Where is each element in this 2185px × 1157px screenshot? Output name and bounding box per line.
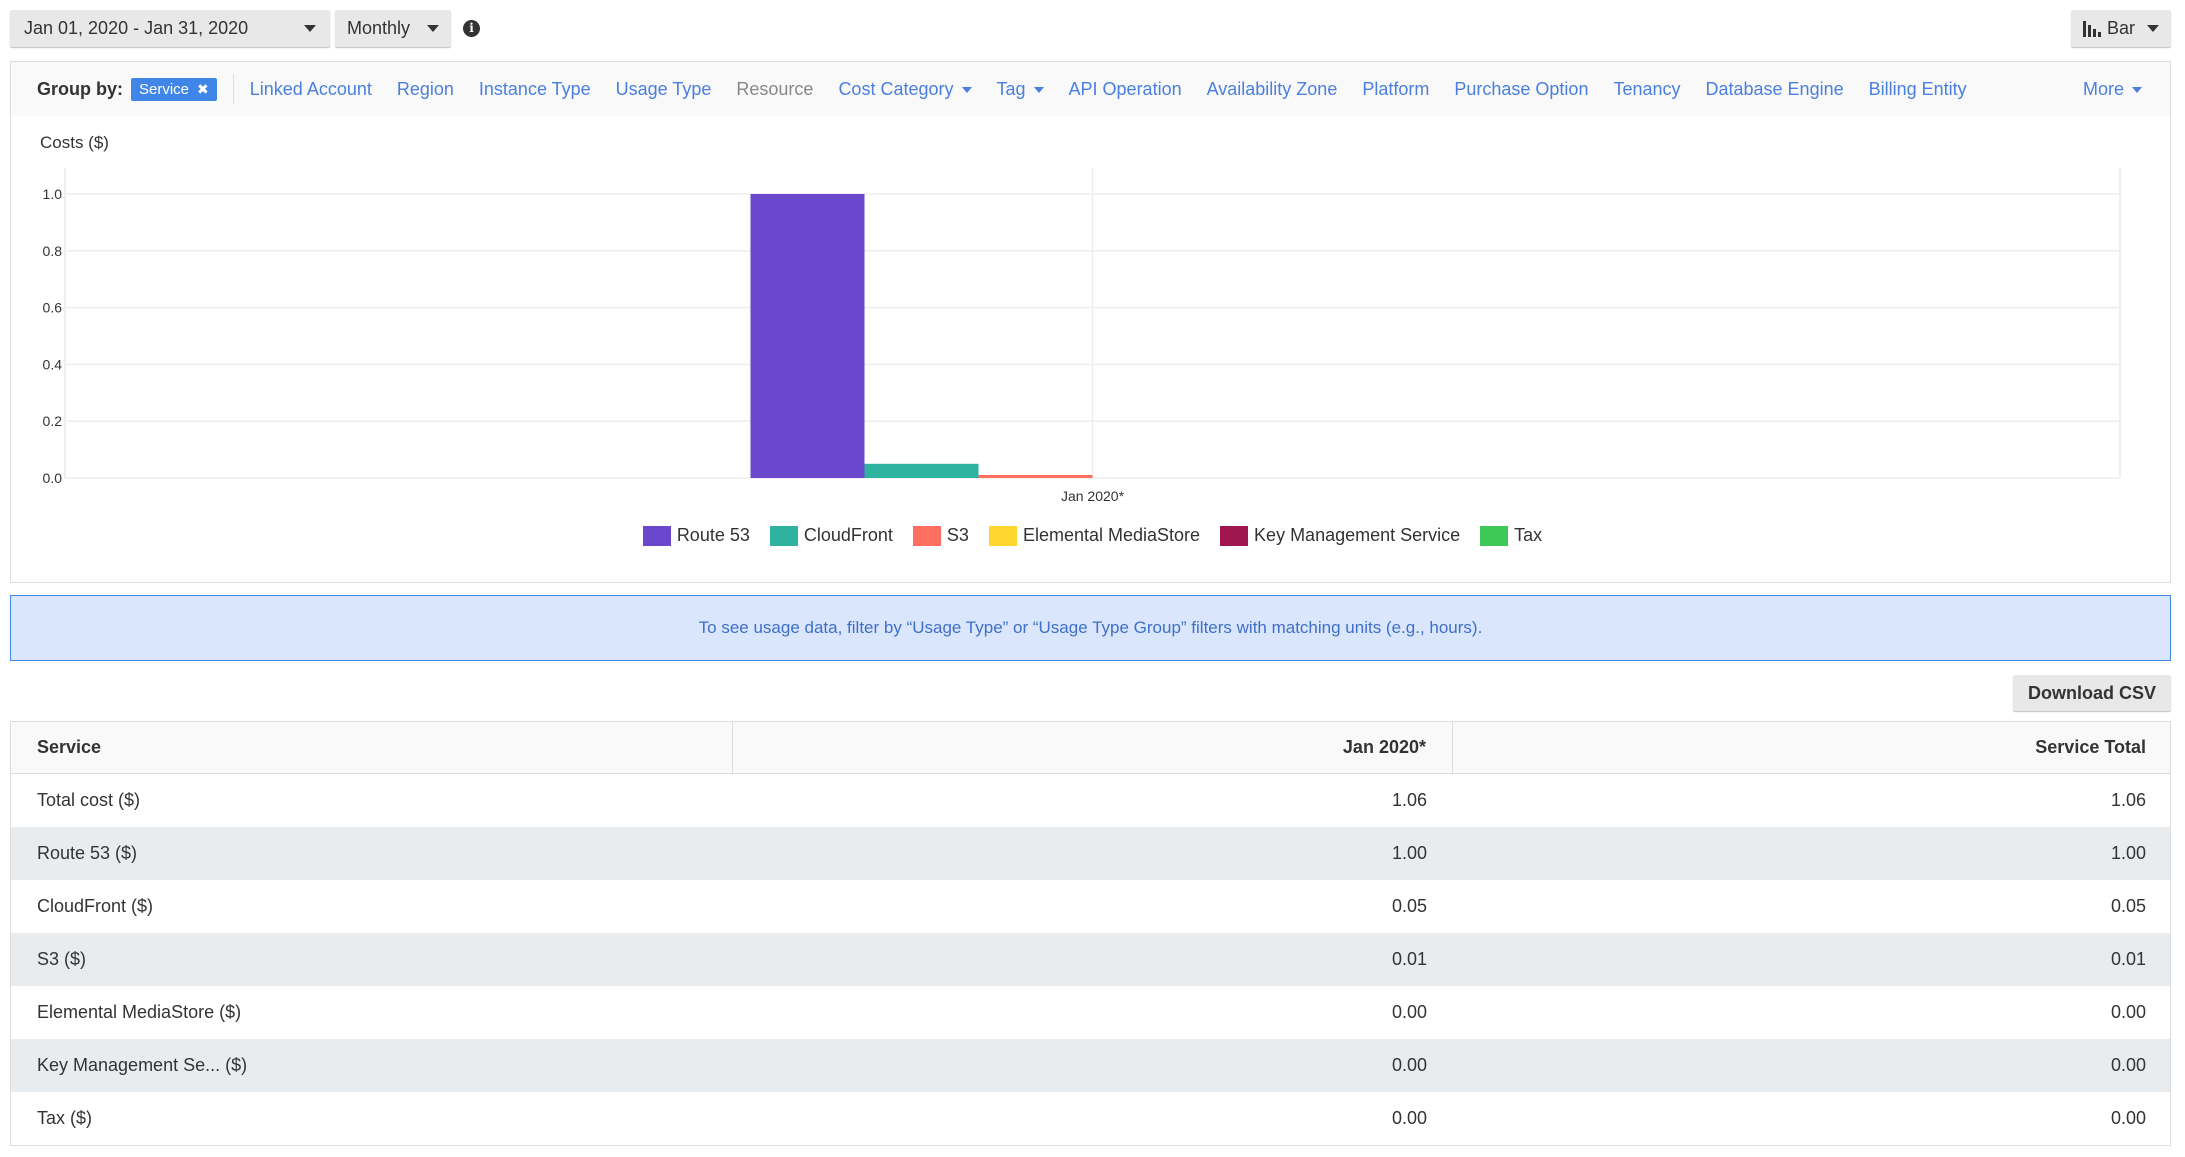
table-row: S3 ($) 0.01 0.01 — [11, 933, 2170, 986]
legend-item[interactable]: S3 — [912, 525, 969, 546]
table-row: Total cost ($) 1.06 1.06 — [11, 774, 2170, 827]
chart-legend: Route 53 CloudFront S3 Elemental MediaStore… — [0, 525, 2185, 546]
table-row: Route 53 ($) 1.00 1.00 — [11, 827, 2170, 880]
cost-table: Service Jan 2020* Service Total Total co… — [10, 721, 2171, 1146]
usage-info-banner: To see usage data, filter by “Usage Type… — [10, 595, 2171, 661]
service-cell: Tax ($) — [37, 1108, 93, 1128]
table-row: Elemental MediaStore ($) 0.00 0.00 — [11, 986, 2170, 1039]
jan-2020-cell: 0.00 — [1391, 1108, 1427, 1128]
jan-2020-cell: 0.01 — [1391, 949, 1427, 969]
jan-2020-cell: 0.05 — [1391, 896, 1427, 916]
legend-item[interactable]: Key Management Service — [1220, 525, 1460, 546]
legend-label: Key Management Service — [1254, 525, 1461, 545]
bar-cloudfront — [864, 463, 979, 478]
download-csv-button[interactable]: Download CSV — [2013, 675, 2171, 711]
legend-label: Elemental MediaStore — [1022, 525, 1201, 545]
y-tick-label: 0.0 — [43, 470, 63, 486]
legend-swatch — [988, 525, 1017, 546]
jan-2020-cell: 1.06 — [1391, 790, 1427, 810]
x-tick-label: Jan 2020* — [1061, 488, 1125, 504]
column-header-service-total[interactable]: Service Total — [1453, 722, 2170, 773]
legend-swatch — [1480, 525, 1509, 546]
service-cell: Elemental MediaStore ($) — [37, 1002, 242, 1022]
legend-swatch — [642, 525, 671, 546]
legend-item[interactable]: CloudFront — [769, 525, 893, 546]
jan-2020-cell: 0.00 — [1391, 1002, 1427, 1022]
column-header-jan-2020[interactable]: Jan 2020* — [733, 722, 1453, 773]
service-total-cell: 0.01 — [2110, 949, 2146, 969]
legend-label: S3 — [946, 525, 969, 545]
service-total-cell: 0.00 — [2110, 1055, 2146, 1075]
service-cell: Key Management Se... ($) — [37, 1055, 248, 1075]
table-header-row: Service Jan 2020* Service Total — [11, 722, 2170, 774]
table-row: CloudFront ($) 0.05 0.05 — [11, 880, 2170, 933]
service-total-cell: 1.00 — [2110, 843, 2146, 863]
service-total-cell: 0.00 — [2110, 1002, 2146, 1022]
cost-bar-chart: 0.0 0.2 0.4 0.6 0.8 1.0 Jan 2020* — [43, 168, 2121, 504]
legend-label: CloudFront — [803, 525, 893, 545]
bar-route-53 — [750, 194, 865, 478]
legend-item[interactable]: Tax — [1480, 525, 1542, 546]
service-cell: Total cost ($) — [37, 790, 141, 810]
jan-2020-cell: 1.00 — [1391, 843, 1427, 863]
legend-label: Tax — [1514, 525, 1543, 545]
legend-item[interactable]: Route 53 — [642, 525, 750, 546]
y-tick-label: 0.6 — [43, 300, 63, 316]
legend-swatch — [912, 525, 941, 546]
service-cell: S3 ($) — [37, 949, 87, 969]
legend-label: Route 53 — [676, 525, 750, 545]
service-cell: CloudFront ($) — [37, 896, 154, 916]
y-axis-label: Costs ($) — [40, 133, 109, 152]
jan-2020-cell: 0.00 — [1391, 1055, 1427, 1075]
service-cell: Route 53 ($) — [37, 843, 138, 863]
y-tick-label: 1.0 — [43, 186, 63, 202]
legend-swatch — [769, 525, 798, 546]
y-tick-label: 0.4 — [43, 356, 63, 372]
legend-swatch — [1220, 525, 1249, 546]
bar-s3 — [978, 475, 1093, 478]
column-header-service[interactable]: Service — [11, 722, 733, 773]
service-total-cell: 0.05 — [2110, 896, 2146, 916]
banner-text: To see usage data, filter by “Usage Type… — [698, 618, 1483, 637]
service-total-cell: 1.06 — [2110, 790, 2146, 810]
y-tick-label: 0.8 — [43, 243, 63, 259]
y-tick-label: 0.2 — [43, 413, 63, 429]
table-row: Key Management Se... ($) 0.00 0.00 — [11, 1039, 2170, 1092]
table-row: Tax ($) 0.00 0.00 — [11, 1092, 2170, 1145]
legend-item[interactable]: Elemental MediaStore — [988, 525, 1201, 546]
service-total-cell: 0.00 — [2110, 1108, 2146, 1128]
